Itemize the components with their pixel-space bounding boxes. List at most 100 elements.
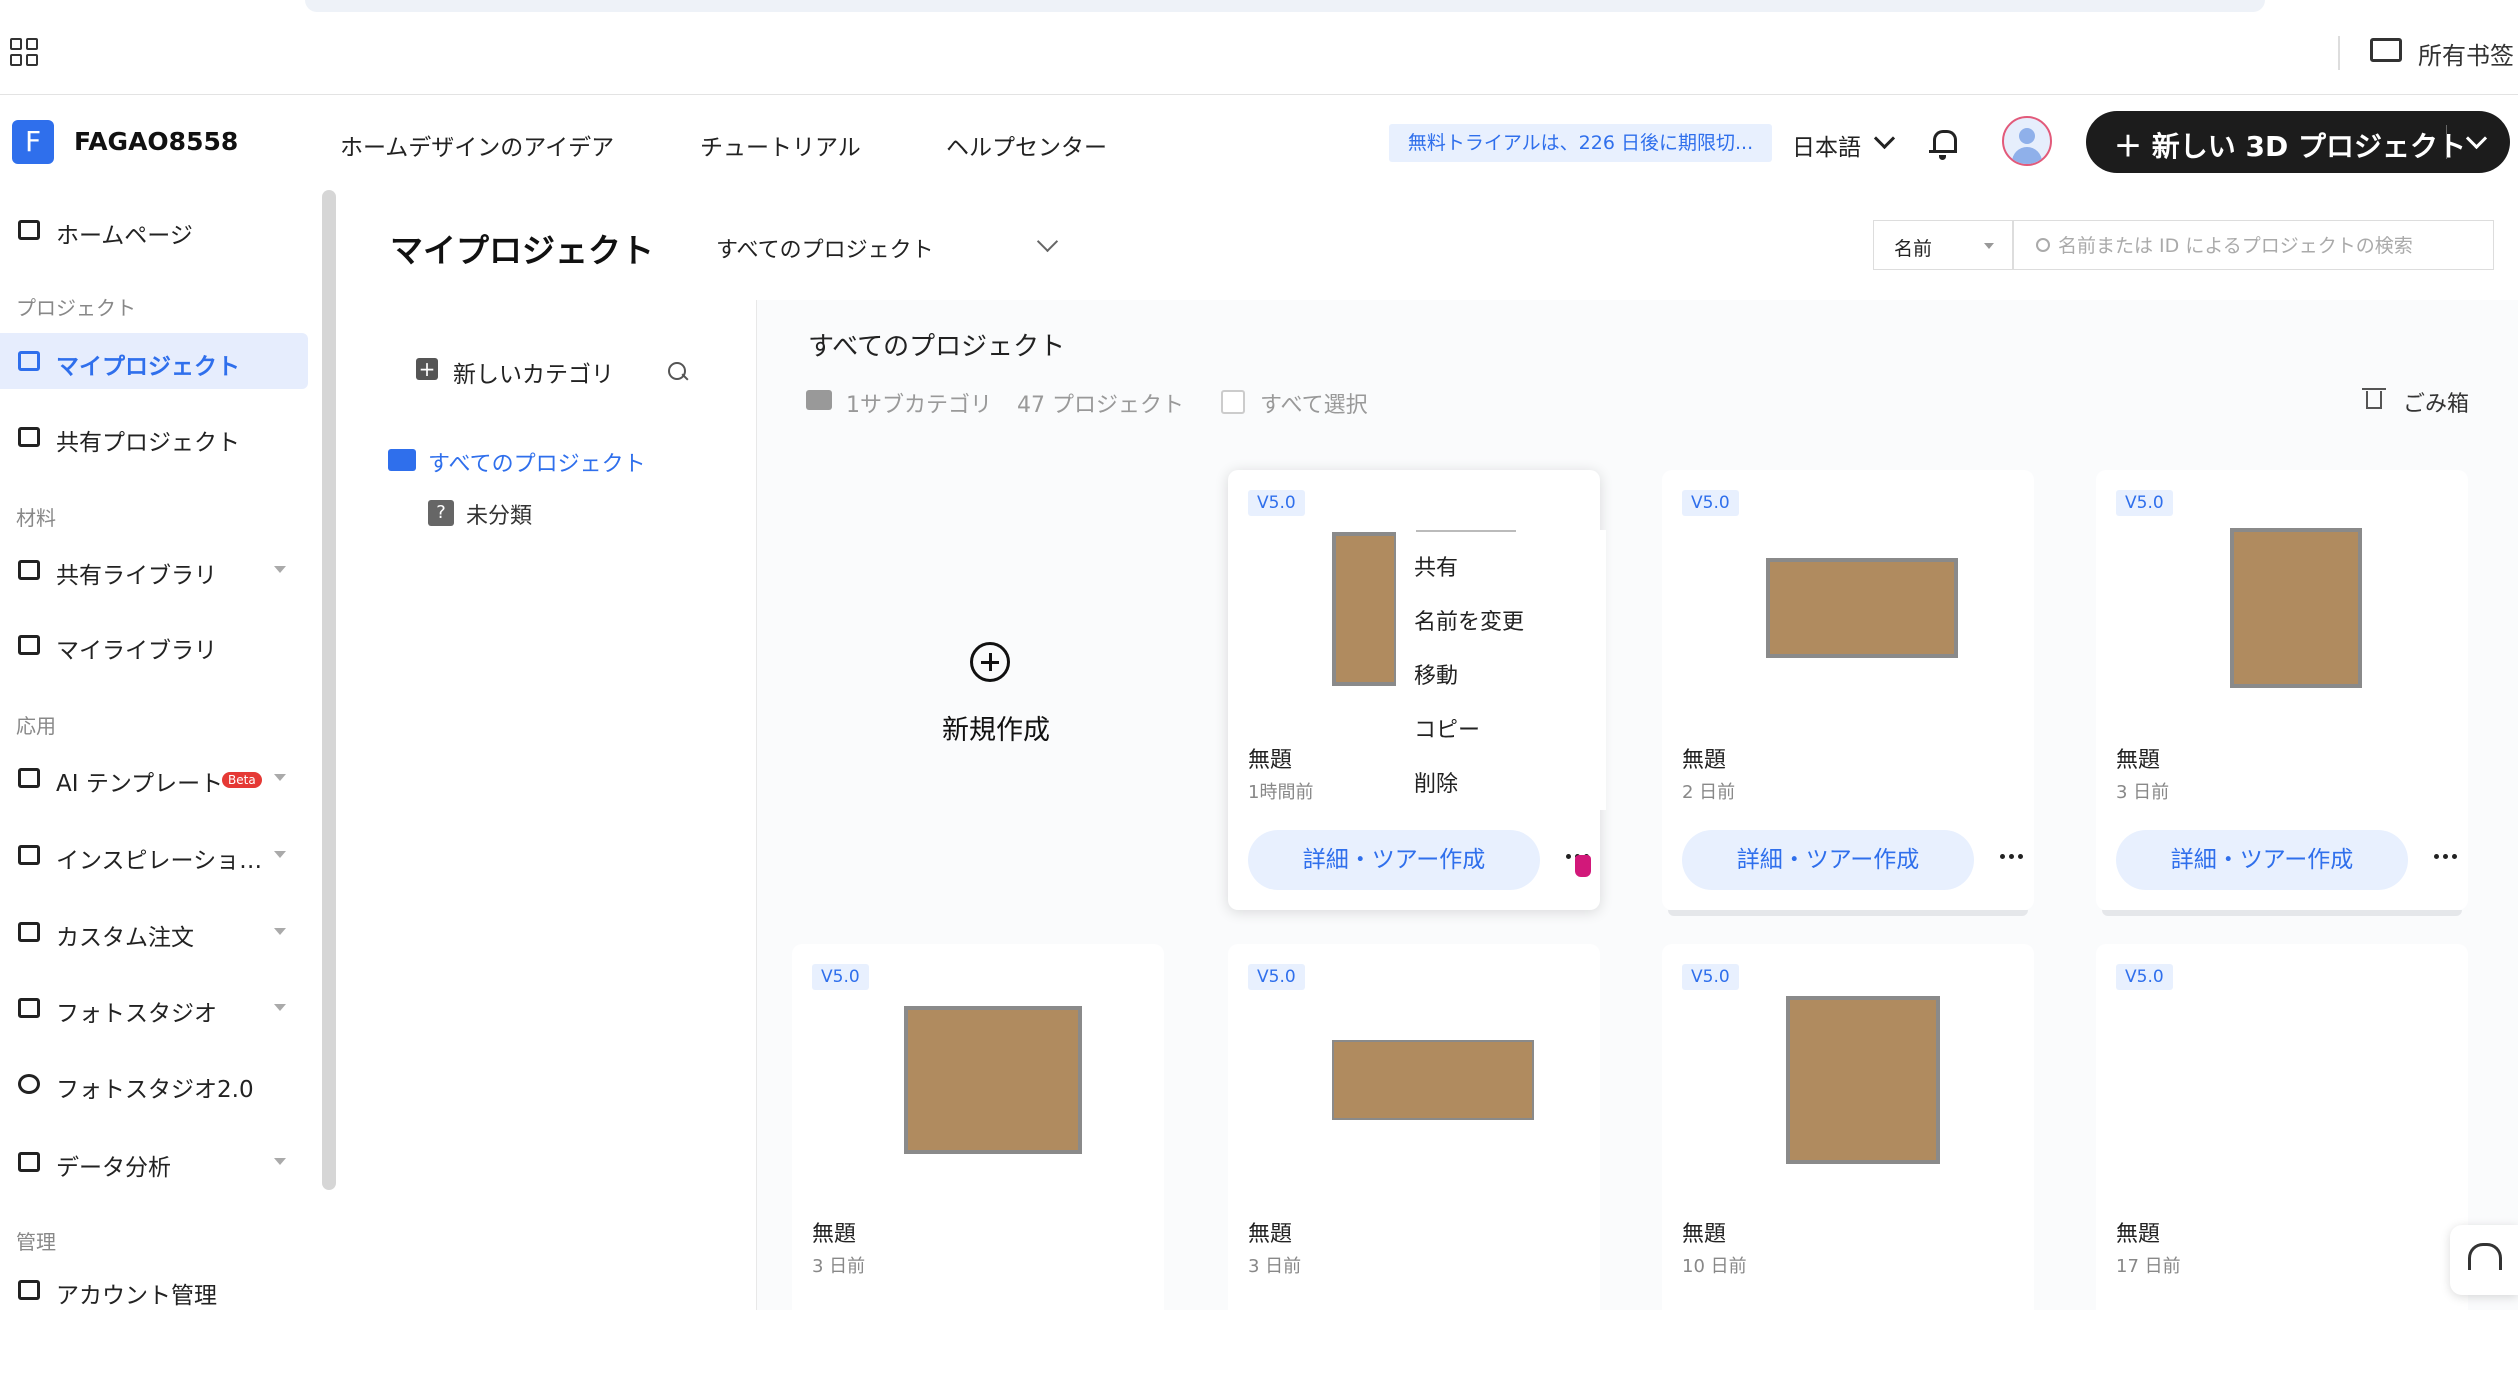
- project-name[interactable]: 無題: [812, 1216, 856, 1248]
- sidebar-item-label: カスタム注文: [56, 925, 194, 951]
- chevron-down-icon[interactable]: [2465, 127, 2488, 150]
- new-3d-project-button[interactable]: ＋ 新しい 3D プロジェクト: [2086, 111, 2510, 173]
- floorplan-thumbnail[interactable]: [1766, 558, 1958, 658]
- select-all-checkbox[interactable]: [1221, 390, 1245, 414]
- apps-grid-icon[interactable]: [10, 38, 38, 66]
- trash-button[interactable]: ごみ箱: [2403, 386, 2469, 418]
- floorplan-thumbnail[interactable]: [2230, 528, 2362, 688]
- project-filter-select[interactable]: すべてのプロジェクト: [716, 232, 934, 264]
- category-uncategorized[interactable]: 未分類: [466, 498, 532, 530]
- project-name[interactable]: 無題: [2116, 742, 2160, 774]
- project-card[interactable]: V5.0 無題 2 日前 詳細・ツアー作成: [1662, 470, 2034, 916]
- project-name[interactable]: 無題: [1682, 742, 1726, 774]
- sidebar-item-shared-projects[interactable]: 共有プロジェクト: [0, 409, 308, 465]
- plus-circle-icon[interactable]: [970, 642, 1010, 682]
- hand-cursor-icon: [1575, 855, 1591, 877]
- project-time: 3 日前: [1248, 1256, 1302, 1277]
- project-name[interactable]: 無題: [1682, 1216, 1726, 1248]
- sidebar-item-inspiration[interactable]: インスピレーショ…: [0, 827, 308, 883]
- more-options-icon[interactable]: [2000, 854, 2026, 862]
- add-folder-icon[interactable]: +: [416, 358, 438, 380]
- caret-down-icon: [274, 1158, 286, 1165]
- nav-link-help-center[interactable]: ヘルプセンター: [946, 128, 1107, 162]
- sidebar-item-my-projects[interactable]: マイプロジェクト: [0, 333, 308, 389]
- folder-icon: [388, 449, 416, 471]
- project-card[interactable]: V5.0 無題 3 日前: [1228, 944, 1600, 1384]
- sidebar-item-label: フォトスタジオ2.0: [56, 1077, 254, 1103]
- sidebar-item-label: 共有ライブラリ: [56, 563, 217, 589]
- avatar[interactable]: [2002, 116, 2052, 166]
- project-name[interactable]: 無題: [1248, 1216, 1292, 1248]
- menu-item-delete[interactable]: 削除: [1414, 766, 1458, 798]
- project-card[interactable]: V5.0 無題 10 日前: [1662, 944, 2034, 1384]
- search-input[interactable]: [2056, 231, 2480, 261]
- home-icon: [18, 220, 40, 240]
- version-badge: V5.0: [1682, 490, 1739, 516]
- support-button[interactable]: [2450, 1225, 2518, 1295]
- workspace-name[interactable]: FAGAO8558: [74, 127, 238, 156]
- menu-item-rename[interactable]: 名前を変更: [1414, 604, 1524, 636]
- detail-tour-button[interactable]: 詳細・ツアー作成: [1248, 830, 1540, 890]
- sidebar-section-material: 材料: [16, 506, 56, 530]
- sidebar-item-shared-library[interactable]: 共有ライブラリ: [0, 542, 308, 598]
- project-name[interactable]: 無題: [1248, 742, 1292, 774]
- version-badge: V5.0: [1248, 964, 1305, 990]
- floorplan-thumbnail[interactable]: [1332, 1040, 1534, 1120]
- project-card[interactable]: V5.0 無題 17 日前: [2096, 944, 2468, 1384]
- select-all-label[interactable]: すべて選択: [1260, 387, 1368, 419]
- project-card[interactable]: V5.0 無題 3 日前 詳細・ツアー作成: [2096, 470, 2468, 916]
- card-shadow: [1668, 910, 2028, 916]
- nav-link-design-ideas[interactable]: ホームデザインのアイデア: [340, 128, 614, 162]
- page-title: マイプロジェクト: [390, 231, 654, 270]
- version-badge: V5.0: [1682, 964, 1739, 990]
- trial-notice[interactable]: 無料トライアルは、226 日後に期限切...: [1389, 124, 1772, 162]
- sidebar-item-photo-studio2[interactable]: フォトスタジオ2.0: [0, 1056, 308, 1112]
- sidebar-item-label: インスピレーショ…: [56, 848, 263, 874]
- trash-icon[interactable]: [2366, 391, 2382, 409]
- new-project-label[interactable]: 新規作成: [942, 708, 1050, 747]
- context-menu: 共有 名前を変更 移動 コピー 削除: [1396, 530, 1606, 810]
- floorplan-thumbnail[interactable]: [1332, 532, 1398, 686]
- sidebar-item-label: マイライブラリ: [56, 638, 217, 664]
- workspace-logo[interactable]: F: [12, 120, 54, 164]
- floorplan-thumbnail[interactable]: [904, 1006, 1082, 1154]
- subcategory-count[interactable]: 1サブカテゴリ: [846, 387, 992, 419]
- menu-item-move[interactable]: 移動: [1414, 658, 1458, 690]
- bookmark-folder-label[interactable]: 所有书签: [2418, 36, 2514, 71]
- card-shadow: [2102, 910, 2462, 916]
- button-divider: [2446, 125, 2447, 159]
- language-selector[interactable]: 日本語: [1792, 128, 1861, 162]
- nav-link-tutorial[interactable]: チュートリアル: [700, 128, 861, 162]
- sidebar-item-data-analysis[interactable]: データ分析: [0, 1134, 308, 1190]
- project-card[interactable]: V5.0 無題 3 日前: [792, 944, 1164, 1384]
- new-category-button[interactable]: 新しいカテゴリ: [453, 355, 614, 389]
- new-project-card[interactable]: [808, 470, 1180, 910]
- sidebar-item-my-library[interactable]: マイライブラリ: [0, 617, 308, 673]
- sidebar-item-label: アカウント管理: [56, 1283, 217, 1309]
- project-search[interactable]: [2013, 220, 2494, 270]
- sidebar-item-home[interactable]: ホームページ: [0, 202, 308, 258]
- sidebar-item-label: フォトスタジオ: [56, 1001, 217, 1027]
- project-name[interactable]: 無題: [2116, 1216, 2160, 1248]
- more-options-icon[interactable]: [2434, 854, 2460, 862]
- category-all-projects[interactable]: すべてのプロジェクト: [428, 446, 646, 478]
- sidebar-item-label: データ分析: [56, 1155, 171, 1181]
- floorplan-thumbnail[interactable]: [1786, 996, 1940, 1164]
- sort-select[interactable]: 名前: [1873, 220, 2013, 270]
- detail-tour-button[interactable]: 詳細・ツアー作成: [1682, 830, 1974, 890]
- caret-down-icon: [274, 1004, 286, 1011]
- sidebar-item-ai-template[interactable]: AI テンプレート Beta: [0, 750, 308, 806]
- detail-tour-button[interactable]: 詳細・ツアー作成: [2116, 830, 2408, 890]
- sidebar-item-custom-order[interactable]: カスタム注文: [0, 904, 308, 960]
- edit-icon: [18, 351, 40, 371]
- sidebar-item-photo-studio[interactable]: フォトスタジオ: [0, 980, 308, 1036]
- project-time: 3 日前: [2116, 782, 2170, 803]
- browser-address-bar[interactable]: [305, 0, 2265, 12]
- bulb-icon: [18, 845, 40, 865]
- aperture-icon: [18, 1074, 40, 1094]
- menu-item-copy[interactable]: コピー: [1414, 712, 1480, 744]
- bookmark-divider: [2338, 36, 2340, 70]
- menu-item-share[interactable]: 共有: [1414, 550, 1458, 582]
- sidebar-scrollbar[interactable]: [322, 190, 336, 1190]
- sidebar-item-label: AI テンプレート: [56, 771, 224, 797]
